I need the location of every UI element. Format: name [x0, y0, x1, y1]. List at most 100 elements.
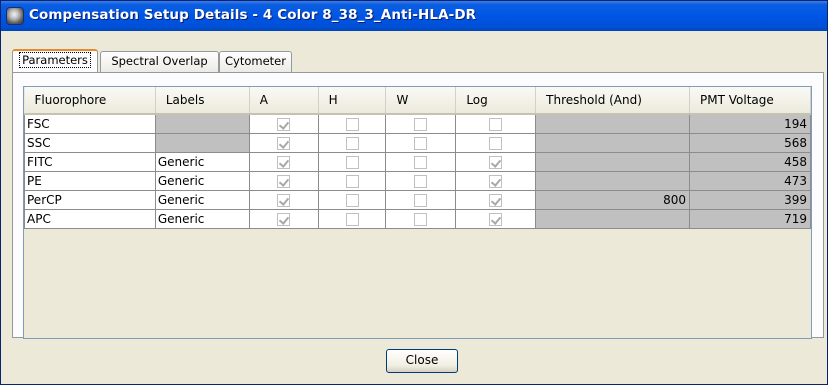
area-checkbox[interactable] [277, 136, 291, 150]
pmt-voltage-cell[interactable]: 719 [689, 208, 811, 229]
column-header-a[interactable]: A [249, 87, 319, 115]
parameters-table: Fluorophore Labels A H W Log Threshold (… [24, 87, 811, 229]
height-cell [317, 170, 387, 191]
height-cell [317, 132, 387, 153]
area-checkbox[interactable] [277, 193, 291, 207]
log-checkbox[interactable] [489, 174, 503, 188]
parameters-panel: Fluorophore Labels A H W Log Threshold (… [12, 72, 824, 339]
log-cell [455, 151, 537, 172]
dialog-window: Compensation Setup Details - 4 Color 8_3… [0, 0, 828, 385]
threshold-cell[interactable] [535, 208, 691, 229]
label-cell[interactable] [154, 113, 250, 134]
tab-cytometer[interactable]: Cytometer [219, 51, 292, 72]
label-cell[interactable]: Generic [154, 189, 250, 210]
area-cell [248, 208, 319, 229]
area-cell [248, 151, 319, 172]
table-row[interactable]: PE Generic 473 [24, 170, 811, 191]
table-row[interactable]: APC Generic 719 [24, 208, 811, 229]
pmt-voltage-cell[interactable]: 399 [689, 189, 811, 210]
height-checkbox[interactable] [345, 212, 359, 226]
log-checkbox[interactable] [489, 136, 503, 150]
column-header-pmt-voltage[interactable]: PMT Voltage [689, 87, 811, 115]
height-checkbox[interactable] [345, 174, 359, 188]
column-header-threshold[interactable]: Threshold (And) [535, 87, 691, 115]
width-checkbox[interactable] [414, 193, 428, 207]
log-checkbox[interactable] [489, 212, 503, 226]
height-cell [317, 208, 387, 229]
fluorophore-cell[interactable]: PerCP [24, 189, 156, 210]
log-cell [455, 132, 537, 153]
pmt-voltage-cell[interactable]: 568 [689, 132, 811, 153]
height-cell [317, 189, 387, 210]
area-cell [248, 170, 319, 191]
log-checkbox[interactable] [489, 117, 503, 131]
close-button[interactable]: Close [386, 349, 458, 373]
width-checkbox[interactable] [414, 117, 428, 131]
column-header-labels[interactable]: Labels [155, 87, 250, 115]
fluorophore-cell[interactable]: FITC [24, 151, 156, 172]
pmt-voltage-cell[interactable]: 194 [689, 113, 811, 134]
height-checkbox[interactable] [345, 117, 359, 131]
width-checkbox[interactable] [414, 136, 428, 150]
tab-parameters-label: Parameters [19, 52, 91, 68]
table-row[interactable]: FSC 194 [24, 113, 811, 134]
area-checkbox[interactable] [277, 174, 291, 188]
width-cell [385, 208, 457, 229]
width-checkbox[interactable] [414, 155, 428, 169]
area-cell [248, 113, 319, 134]
width-checkbox[interactable] [414, 174, 428, 188]
width-cell [385, 151, 457, 172]
threshold-cell[interactable] [535, 170, 691, 191]
height-cell [317, 151, 387, 172]
area-cell [248, 189, 319, 210]
column-header-fluorophore[interactable]: Fluorophore [24, 87, 156, 115]
threshold-cell[interactable]: 800 [535, 189, 691, 210]
log-checkbox[interactable] [489, 155, 503, 169]
threshold-cell[interactable] [535, 132, 691, 153]
fluorophore-cell[interactable]: SSC [24, 132, 156, 153]
log-cell [455, 189, 537, 210]
area-cell [248, 132, 319, 153]
table-row[interactable]: FITC Generic 458 [24, 151, 811, 172]
area-checkbox[interactable] [277, 155, 291, 169]
table-body: FSC 194 SSC 568 FITC Generic 458 PE Generic 473 Pe… [24, 113, 811, 229]
area-checkbox[interactable] [277, 212, 291, 226]
pmt-voltage-cell[interactable]: 458 [689, 151, 811, 172]
label-cell[interactable] [154, 132, 250, 153]
area-checkbox[interactable] [277, 117, 291, 131]
tab-spectral-overlap[interactable]: Spectral Overlap [100, 51, 219, 72]
height-cell [317, 113, 387, 134]
column-header-w[interactable]: W [385, 87, 457, 115]
table-row[interactable]: SSC 568 [24, 132, 811, 153]
column-header-h[interactable]: H [318, 87, 387, 115]
width-cell [385, 132, 457, 153]
parameters-table-container[interactable]: Fluorophore Labels A H W Log Threshold (… [23, 86, 812, 339]
table-row[interactable]: PerCP Generic 800 399 [24, 189, 811, 210]
log-cell [455, 208, 537, 229]
width-cell [385, 170, 457, 191]
pmt-voltage-cell[interactable]: 473 [689, 170, 811, 191]
width-cell [385, 113, 457, 134]
table-header-row: Fluorophore Labels A H W Log Threshold (… [24, 87, 811, 115]
fluorophore-cell[interactable]: FSC [24, 113, 156, 134]
label-cell[interactable]: Generic [154, 208, 250, 229]
height-checkbox[interactable] [345, 193, 359, 207]
window-title: Compensation Setup Details - 4 Color 8_3… [29, 7, 477, 23]
fluorophore-cell[interactable]: PE [24, 170, 156, 191]
threshold-cell[interactable] [535, 113, 691, 134]
dialog-app-icon [7, 8, 23, 24]
fluorophore-cell[interactable]: APC [24, 208, 156, 229]
log-cell [455, 170, 537, 191]
log-cell [455, 113, 537, 134]
threshold-cell[interactable] [535, 151, 691, 172]
height-checkbox[interactable] [345, 155, 359, 169]
label-cell[interactable]: Generic [154, 151, 250, 172]
width-checkbox[interactable] [414, 212, 428, 226]
width-cell [385, 189, 457, 210]
title-bar[interactable]: Compensation Setup Details - 4 Color 8_3… [1, 1, 827, 31]
tab-parameters[interactable]: Parameters [12, 49, 98, 72]
height-checkbox[interactable] [345, 136, 359, 150]
column-header-log[interactable]: Log [455, 87, 537, 115]
log-checkbox[interactable] [489, 193, 503, 207]
label-cell[interactable]: Generic [154, 170, 250, 191]
